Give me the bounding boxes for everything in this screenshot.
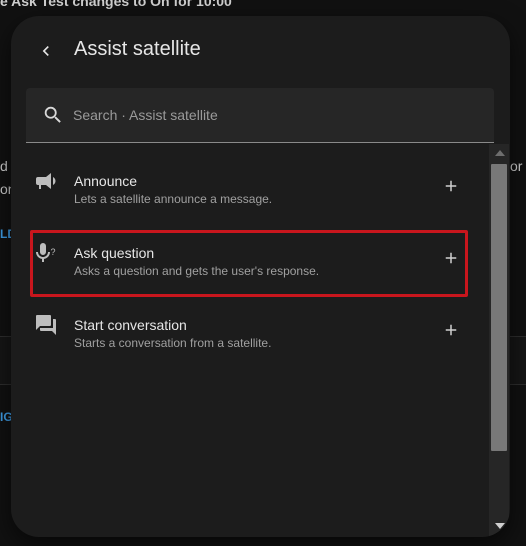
scroll-up-arrow-icon[interactable] <box>495 150 505 156</box>
add-action-dialog: Assist satellite Announce Lets a satelli… <box>11 16 510 537</box>
scroll-down-arrow-icon[interactable] <box>495 523 505 529</box>
background-text-fragment: or e <box>510 158 526 174</box>
chat-bubbles-icon <box>36 315 56 335</box>
dialog-title: Assist satellite <box>74 38 201 60</box>
scrollbar[interactable] <box>489 144 509 537</box>
action-list: Announce Lets a satellite announce a mes… <box>11 146 491 362</box>
list-item-announce[interactable]: Announce Lets a satellite announce a mes… <box>11 146 491 218</box>
svg-text:?: ? <box>51 247 56 257</box>
item-label: Announce <box>74 173 138 189</box>
search-icon <box>44 106 61 123</box>
search-field[interactable] <box>26 88 494 143</box>
search-input[interactable] <box>73 88 473 142</box>
background-text-fragment: d <box>0 158 8 174</box>
microphone-question-icon: ? <box>36 243 56 262</box>
scrollbar-thumb[interactable] <box>491 164 507 451</box>
item-label: Ask question <box>74 245 155 261</box>
plus-icon[interactable] <box>442 177 460 195</box>
item-label: Start conversation <box>74 317 187 333</box>
background-heading: e Ask Test changes to On for 10:00 <box>0 0 232 9</box>
plus-icon[interactable] <box>442 249 460 267</box>
list-item-start-conversation[interactable]: Start conversation Starts a conversation… <box>11 290 491 362</box>
megaphone-icon <box>36 173 56 189</box>
item-description: Lets a satellite announce a message. <box>74 192 273 206</box>
chevron-left-icon <box>42 46 49 56</box>
plus-icon[interactable] <box>442 321 460 339</box>
item-description: Starts a conversation from a satellite. <box>74 336 272 350</box>
item-description: Asks a question and gets the user's resp… <box>74 264 320 278</box>
back-button[interactable] <box>33 38 59 64</box>
list-item-ask-question[interactable]: ? Ask question Asks a question and gets … <box>11 218 491 290</box>
